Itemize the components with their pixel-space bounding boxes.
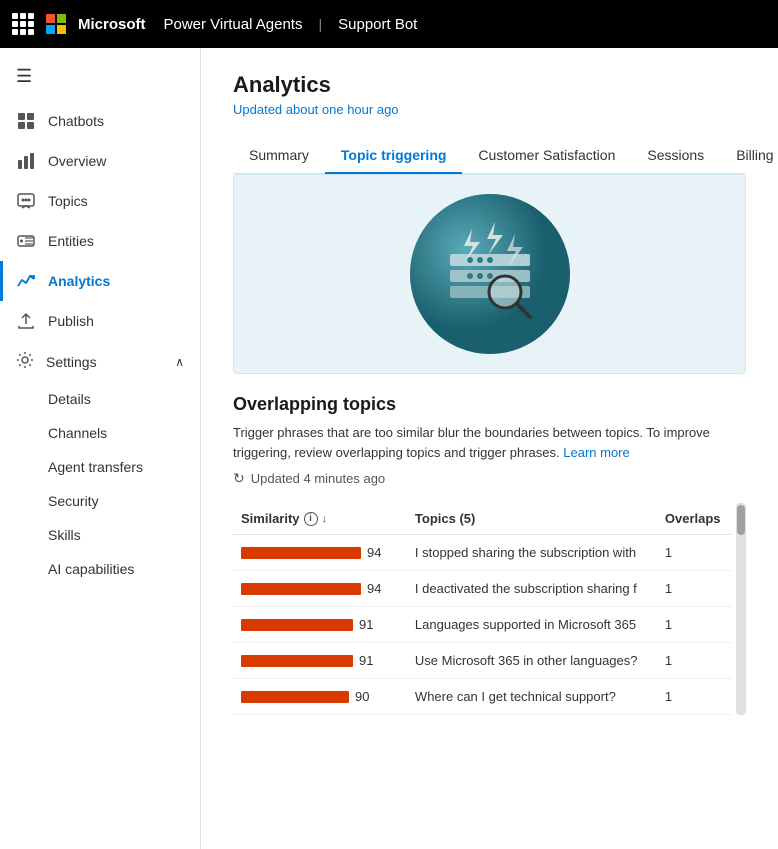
similarity-bar — [241, 583, 361, 595]
refresh-icon[interactable]: ↻ — [233, 470, 245, 487]
similarity-bar — [241, 655, 353, 667]
nav-separator: | — [318, 16, 322, 32]
sidebar-item-details[interactable]: Details — [48, 382, 200, 416]
sidebar-item-chatbots[interactable]: Chatbots — [0, 101, 200, 141]
similarity-cell: 94 — [233, 571, 407, 607]
overlapping-section: Overlapping topics Trigger phrases that … — [233, 394, 746, 715]
similarity-value: 90 — [355, 689, 379, 704]
analytics-tabs: Summary Topic triggering Customer Satisf… — [233, 137, 746, 174]
page-title: Analytics — [233, 72, 746, 98]
overview-icon — [16, 151, 36, 171]
similarity-cell: 90 — [233, 679, 407, 715]
table-row[interactable]: 94 I stopped sharing the subscription wi… — [233, 535, 732, 571]
sidebar-item-security[interactable]: Security — [48, 484, 200, 518]
overlaps-cell: 1 — [657, 607, 732, 643]
tab-sessions[interactable]: Sessions — [631, 137, 720, 173]
sidebar-item-label: Entities — [48, 233, 94, 249]
overlapping-title: Overlapping topics — [233, 394, 746, 415]
similarity-value: 94 — [367, 581, 391, 596]
overlapping-description: Trigger phrases that are too similar blu… — [233, 423, 746, 462]
similarity-value: 91 — [359, 617, 383, 632]
sidebar-item-settings[interactable]: Settings ∧ — [0, 341, 200, 382]
topic-triggering-illustration — [233, 174, 746, 374]
illustration-svg — [390, 184, 590, 364]
topic-cell[interactable]: I deactivated the subscription sharing f — [407, 571, 657, 607]
learn-more-link[interactable]: Learn more — [563, 445, 629, 460]
tab-topic-triggering[interactable]: Topic triggering — [325, 137, 463, 173]
sidebar-item-channels[interactable]: Channels — [48, 416, 200, 450]
table-row[interactable]: 94 I deactivated the subscription sharin… — [233, 571, 732, 607]
overlaps-cell: 1 — [657, 679, 732, 715]
sidebar-item-ai-capabilities[interactable]: AI capabilities — [48, 552, 200, 586]
tab-customer-satisfaction[interactable]: Customer Satisfaction — [462, 137, 631, 173]
sidebar-item-analytics[interactable]: Analytics — [0, 261, 200, 301]
waffle-menu[interactable] — [12, 13, 34, 35]
topic-cell[interactable]: Use Microsoft 365 in other languages? — [407, 643, 657, 679]
top-navigation: Microsoft Power Virtual Agents | Support… — [0, 0, 778, 48]
overlaps-cell: 1 — [657, 643, 732, 679]
similarity-bar — [241, 691, 349, 703]
topics-icon — [16, 191, 36, 211]
vertical-scrollbar[interactable] — [736, 503, 746, 715]
settings-submenu: Details Channels Agent transfers Securit… — [0, 382, 200, 586]
bot-name: Support Bot — [338, 16, 417, 33]
similarity-cell: 94 — [233, 535, 407, 571]
table-row[interactable]: 91 Languages supported in Microsoft 365 … — [233, 607, 732, 643]
col-topics: Topics (5) — [407, 503, 657, 535]
publish-icon — [16, 311, 36, 331]
sidebar-item-publish[interactable]: Publish — [0, 301, 200, 341]
similarity-bar — [241, 619, 353, 631]
description-text: Trigger phrases that are too similar blu… — [233, 425, 710, 460]
analytics-icon — [16, 271, 36, 291]
sidebar-item-label: Topics — [48, 193, 88, 209]
main-content: Analytics Updated about one hour ago Sum… — [201, 48, 778, 849]
settings-chevron: ∧ — [175, 355, 184, 369]
refresh-row: ↻ Updated 4 minutes ago — [233, 470, 746, 487]
topic-cell[interactable]: Languages supported in Microsoft 365 — [407, 607, 657, 643]
app-name: Power Virtual Agents — [164, 16, 303, 33]
similarity-info-icon[interactable]: i — [304, 512, 318, 526]
sort-icon[interactable]: ↓ — [322, 513, 328, 525]
table-row[interactable]: 91 Use Microsoft 365 in other languages?… — [233, 643, 732, 679]
sidebar-item-entities[interactable]: Entities — [0, 221, 200, 261]
similarity-cell: 91 — [233, 643, 407, 679]
sidebar: ☰ Chatbots Overview — [0, 48, 201, 849]
col-similarity: Similarity i ↓ — [233, 503, 407, 535]
updated-timestamp: Updated about one hour ago — [233, 102, 746, 117]
settings-icon — [16, 351, 34, 372]
hamburger-menu[interactable]: ☰ — [0, 56, 200, 101]
similarity-value: 91 — [359, 653, 383, 668]
overlaps-cell: 1 — [657, 535, 732, 571]
sidebar-item-topics[interactable]: Topics — [0, 181, 200, 221]
similarity-cell: 91 — [233, 607, 407, 643]
sidebar-item-skills[interactable]: Skills — [48, 518, 200, 552]
overlapping-table: Similarity i ↓ Topics (5) Overlaps — [233, 503, 732, 715]
entities-icon — [16, 231, 36, 251]
sidebar-item-label: Chatbots — [48, 113, 104, 129]
grid-icon — [16, 111, 36, 131]
company-name: Microsoft — [78, 16, 146, 33]
similarity-bar — [241, 547, 361, 559]
sidebar-item-agent-transfers[interactable]: Agent transfers — [48, 450, 200, 484]
sidebar-item-overview[interactable]: Overview — [0, 141, 200, 181]
scrollbar-thumb[interactable] — [737, 505, 745, 535]
table-container: Similarity i ↓ Topics (5) Overlaps — [233, 503, 746, 715]
refresh-label: Updated 4 minutes ago — [251, 471, 385, 486]
sidebar-item-label: Analytics — [48, 273, 110, 289]
col-overlaps: Overlaps — [657, 503, 732, 535]
overlaps-cell: 1 — [657, 571, 732, 607]
tab-summary[interactable]: Summary — [233, 137, 325, 173]
similarity-value: 94 — [367, 545, 391, 560]
sidebar-item-label: Overview — [48, 153, 106, 169]
table-row[interactable]: 90 Where can I get technical support? 1 — [233, 679, 732, 715]
tab-billing[interactable]: Billing — [720, 137, 778, 173]
settings-label: Settings — [46, 354, 97, 370]
microsoft-logo — [46, 14, 66, 34]
sidebar-item-label: Publish — [48, 313, 94, 329]
topic-cell[interactable]: I stopped sharing the subscription with — [407, 535, 657, 571]
topic-cell[interactable]: Where can I get technical support? — [407, 679, 657, 715]
